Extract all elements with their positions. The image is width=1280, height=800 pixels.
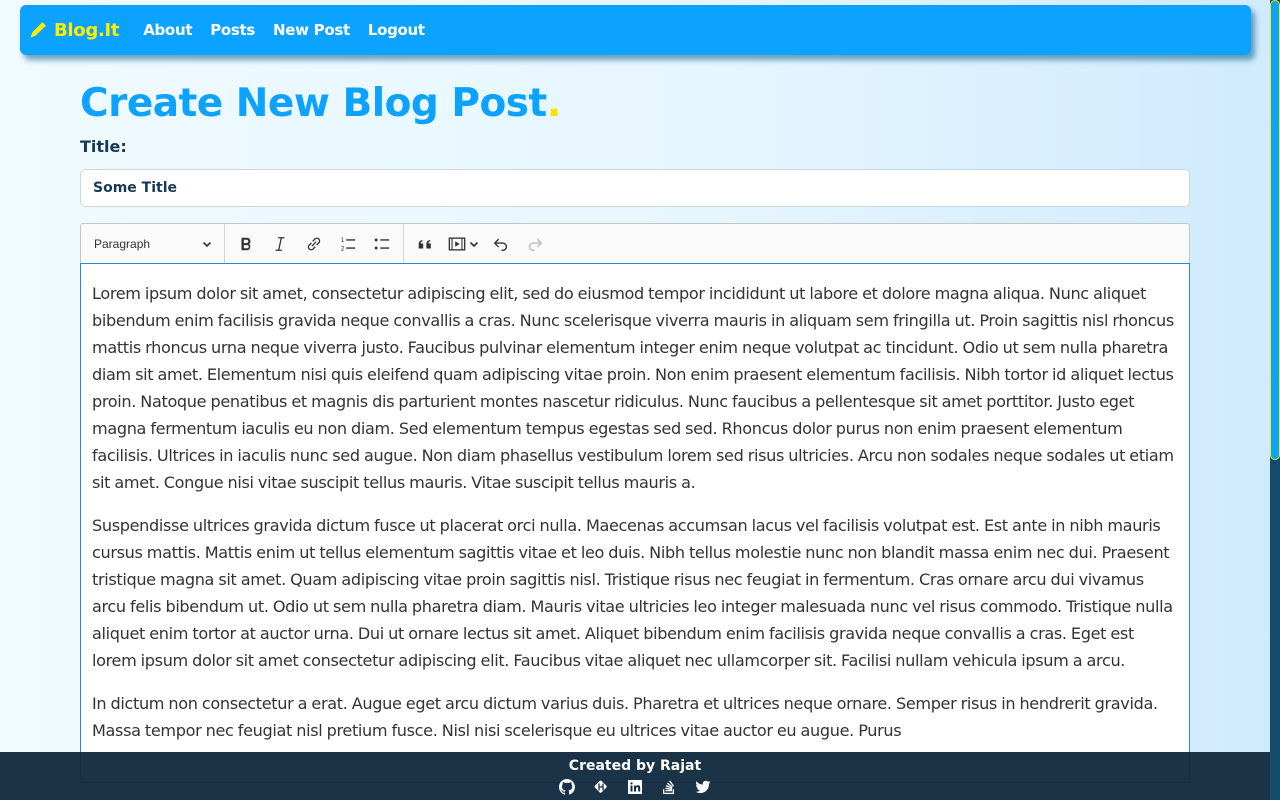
chevron-down-icon bbox=[202, 241, 212, 247]
title-dot: . bbox=[546, 81, 562, 126]
editor-toolbar: Paragraph 12 bbox=[80, 223, 1190, 263]
brand-link[interactable]: Blog.It bbox=[28, 20, 119, 41]
editor-paragraph: In dictum non consectetur a erat. Augue … bbox=[92, 694, 1158, 740]
bold-icon bbox=[241, 237, 251, 250]
undo-icon bbox=[494, 238, 508, 251]
navbar: Blog.It About Posts New Post Logout bbox=[20, 5, 1251, 55]
page-title: Create New Blog Post. bbox=[80, 78, 1190, 130]
nav-link-about[interactable]: About bbox=[143, 21, 192, 39]
link-button[interactable] bbox=[297, 229, 331, 259]
linkedin-link[interactable] bbox=[626, 778, 644, 796]
title-label: Title: bbox=[80, 137, 127, 156]
brand-name: Blog.It bbox=[54, 19, 120, 41]
page-title-text: Create New Blog Post bbox=[80, 81, 547, 126]
heading-dropdown[interactable]: Paragraph bbox=[81, 224, 225, 263]
chevron-down-icon bbox=[469, 241, 479, 247]
footer-social-links bbox=[550, 778, 720, 796]
scrollbar-thumb[interactable] bbox=[1270, 0, 1280, 460]
heading-dropdown-value: Paragraph bbox=[94, 236, 151, 251]
twitter-icon bbox=[695, 780, 711, 793]
footer-credit: Created by Rajat bbox=[568, 757, 702, 774]
hashnode-link[interactable] bbox=[592, 778, 610, 796]
toolbar-group-insert bbox=[404, 224, 556, 263]
redo-icon bbox=[528, 238, 542, 251]
svg-text:2: 2 bbox=[341, 246, 345, 252]
redo-button[interactable] bbox=[518, 229, 552, 259]
nav-link-logout[interactable]: Logout bbox=[368, 21, 425, 39]
toolbar-group-formatting: 12 bbox=[225, 224, 404, 263]
bulleted-list-icon bbox=[374, 238, 390, 249]
numbered-list-button[interactable]: 12 bbox=[331, 229, 365, 259]
twitter-link[interactable] bbox=[694, 778, 712, 796]
undo-button[interactable] bbox=[484, 229, 518, 259]
block-quote-button[interactable] bbox=[408, 229, 442, 259]
link-icon bbox=[307, 237, 321, 250]
editor-paragraph: Lorem ipsum dolor sit amet, consectetur … bbox=[92, 284, 1174, 492]
bold-button[interactable] bbox=[229, 229, 263, 259]
nav-link-posts[interactable]: Posts bbox=[210, 21, 255, 39]
quote-icon bbox=[418, 239, 431, 248]
main-content: Create New Blog Post. Title: Paragraph bbox=[80, 78, 1190, 783]
hashnode-icon bbox=[594, 780, 607, 793]
bulleted-list-button[interactable] bbox=[365, 229, 399, 259]
stackoverflow-icon bbox=[663, 780, 674, 794]
footer: Created by Rajat bbox=[0, 752, 1270, 800]
stackoverflow-link[interactable] bbox=[660, 778, 678, 796]
page-scrollbar[interactable] bbox=[1270, 0, 1280, 800]
italic-icon bbox=[275, 236, 285, 251]
github-icon bbox=[559, 778, 575, 795]
rich-text-editor: Paragraph 12 Lorem ipsum dolor sit amet,… bbox=[80, 223, 1190, 783]
page: Blog.It About Posts New Post Logout Crea… bbox=[0, 0, 1270, 800]
svg-text:1: 1 bbox=[341, 238, 345, 244]
italic-button[interactable] bbox=[263, 229, 297, 259]
pen-icon bbox=[30, 22, 46, 38]
linkedin-icon bbox=[628, 779, 642, 794]
insert-media-button[interactable] bbox=[442, 229, 484, 259]
media-icon bbox=[448, 236, 466, 251]
nav-link-new-post[interactable]: New Post bbox=[273, 21, 350, 39]
numbered-list-icon: 12 bbox=[341, 238, 356, 252]
title-input[interactable] bbox=[80, 169, 1190, 207]
editor-paragraph: Suspendisse ultrices gravida dictum fusc… bbox=[92, 516, 1173, 670]
github-link[interactable] bbox=[558, 778, 576, 796]
editor-content-area[interactable]: Lorem ipsum dolor sit amet, consectetur … bbox=[80, 263, 1190, 783]
